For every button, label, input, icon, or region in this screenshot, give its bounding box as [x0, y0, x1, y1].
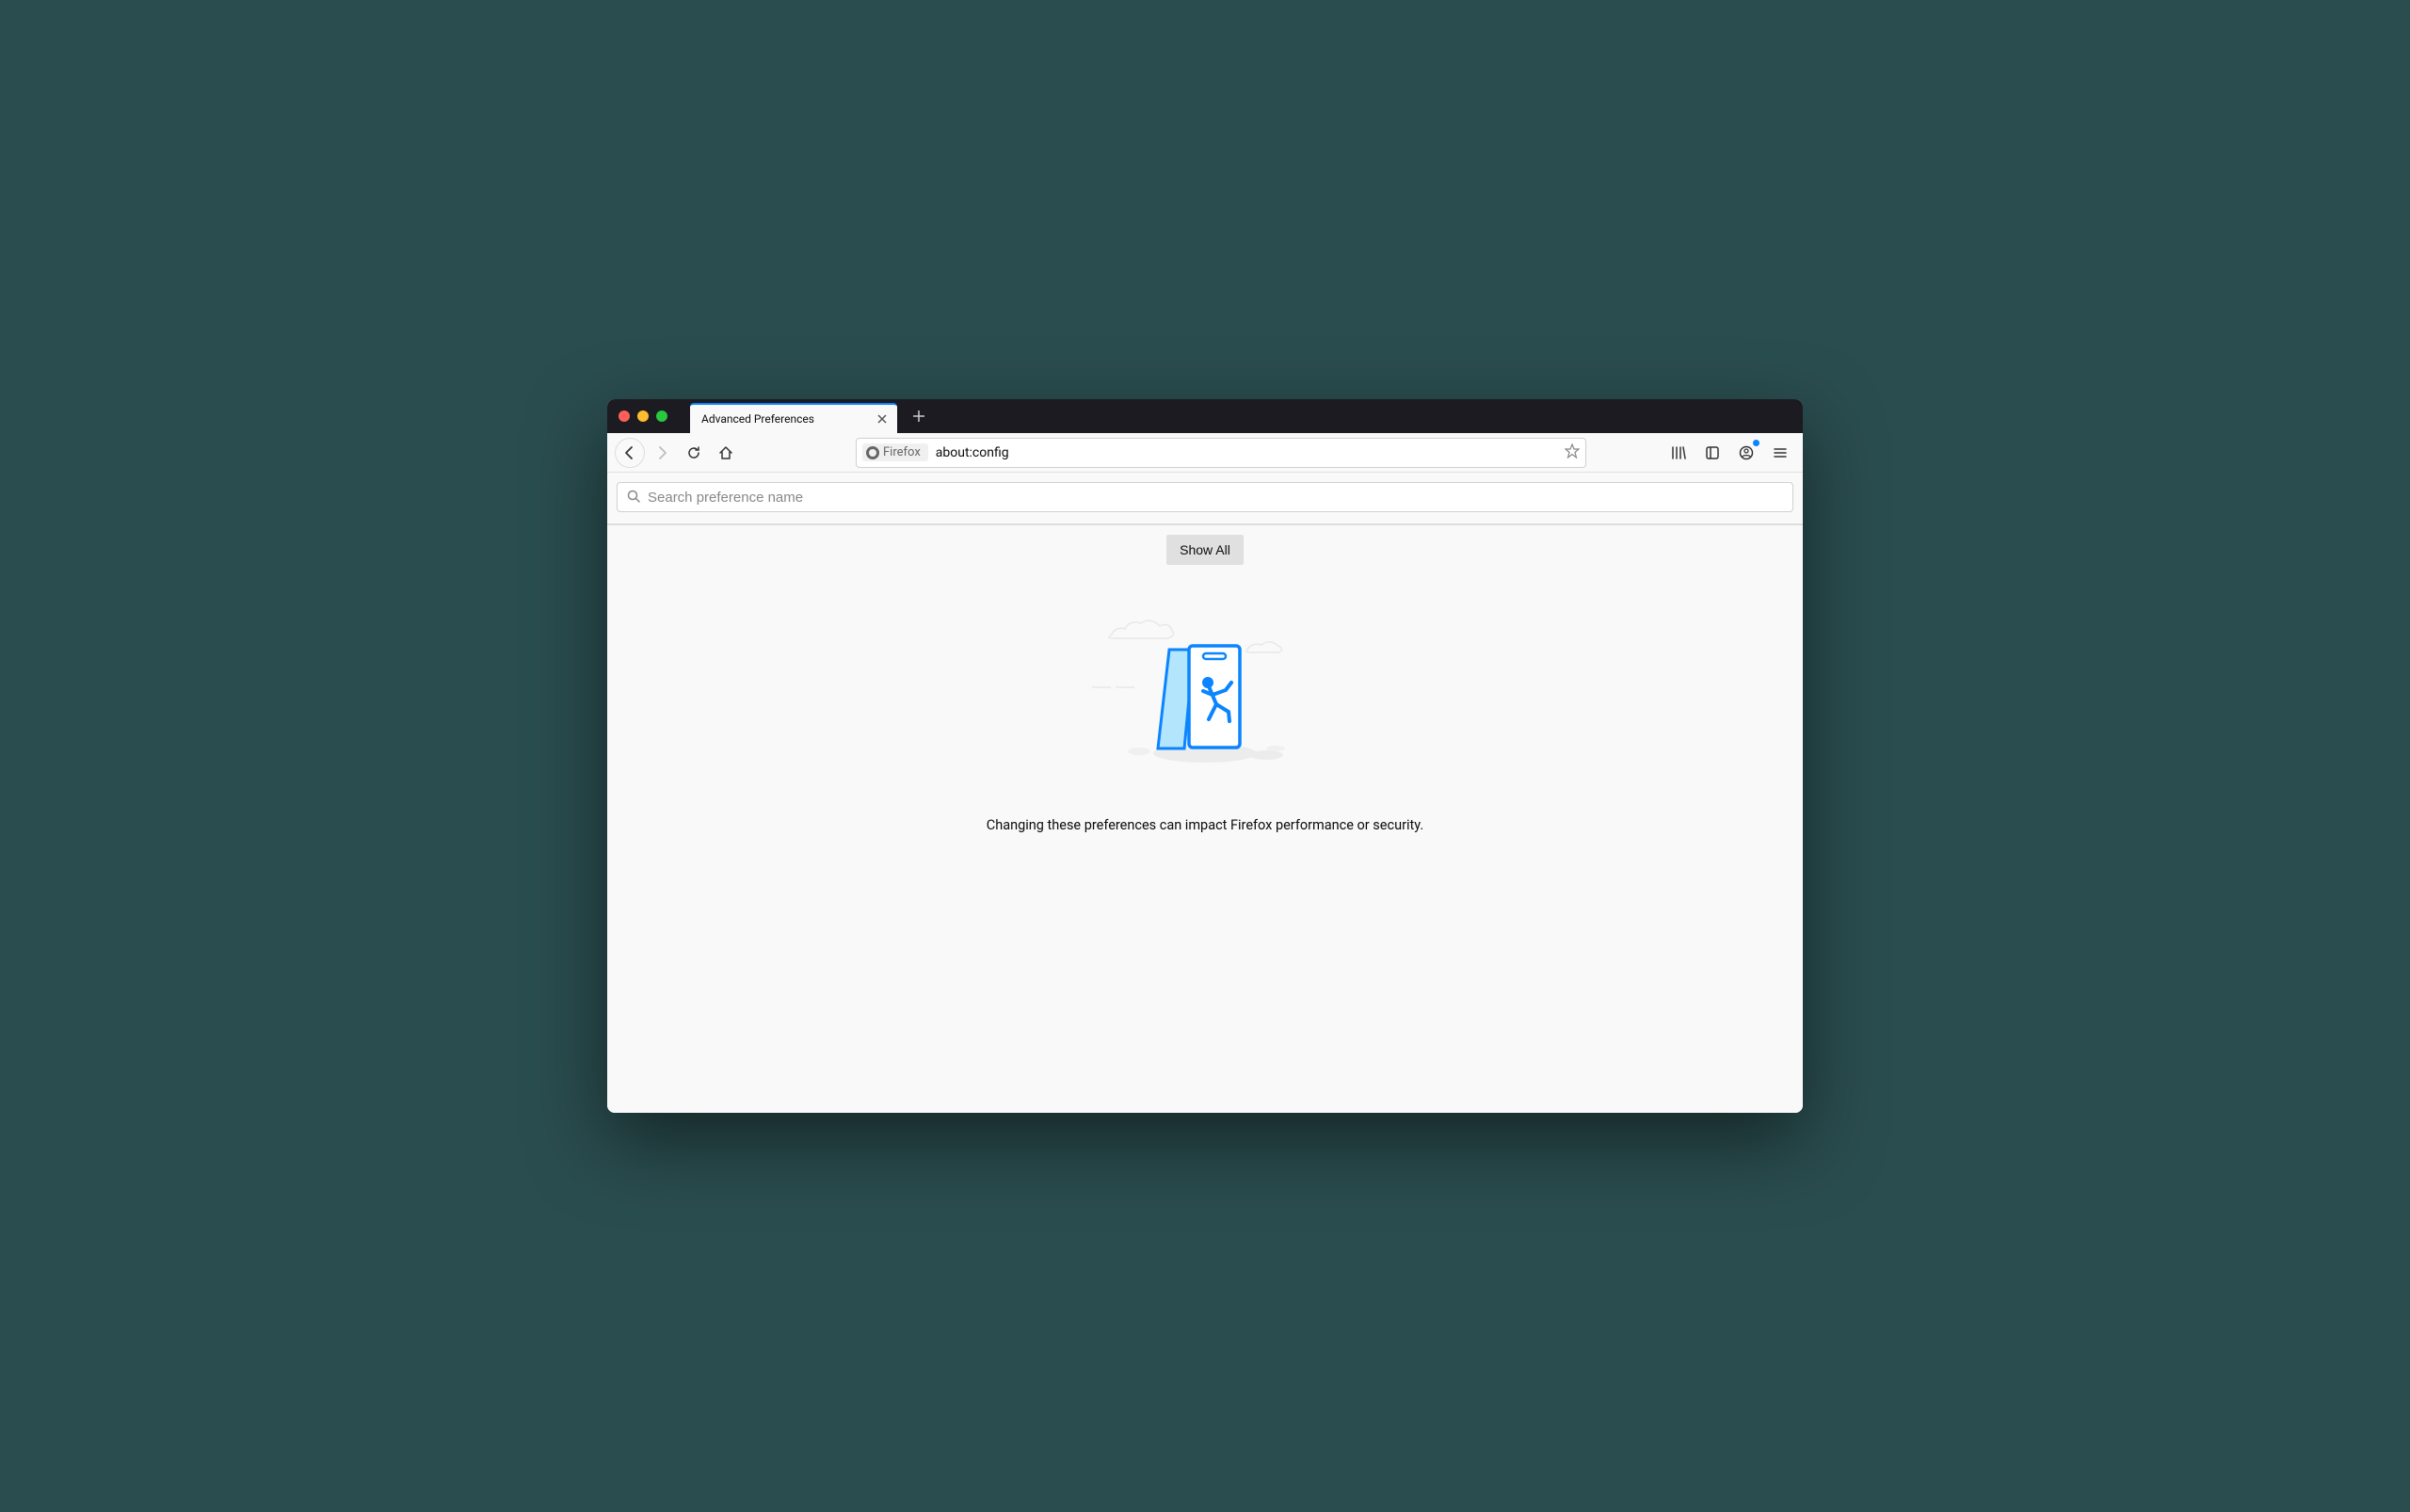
tab-close-button[interactable]: [875, 411, 890, 426]
page-content: Show All: [607, 473, 1803, 1113]
window-controls: [619, 410, 667, 422]
forward-button: [647, 438, 677, 468]
tab-bar: Advanced Preferences: [607, 399, 1803, 433]
tab-title: Advanced Preferences: [701, 412, 814, 426]
main-area: Show All: [617, 525, 1793, 833]
identity-label: Firefox: [883, 445, 921, 459]
window-close-button[interactable]: [619, 410, 630, 422]
caution-illustration: [1083, 593, 1327, 781]
address-bar[interactable]: Firefox about:config: [856, 438, 1586, 468]
url-text[interactable]: about:config: [928, 445, 1565, 460]
site-identity[interactable]: Firefox: [862, 443, 928, 461]
search-input[interactable]: [648, 490, 1783, 506]
window-minimize-button[interactable]: [637, 410, 649, 422]
warning-text: Changing these preferences can impact Fi…: [987, 817, 1423, 833]
reload-button[interactable]: [679, 438, 709, 468]
toolbar-actions: [1663, 438, 1795, 468]
search-icon: [627, 489, 640, 507]
browser-tab[interactable]: Advanced Preferences: [690, 403, 897, 433]
bookmark-star-icon[interactable]: [1565, 443, 1580, 462]
firefox-icon: [866, 446, 879, 459]
show-all-button[interactable]: Show All: [1166, 535, 1244, 565]
preference-search[interactable]: [617, 482, 1793, 512]
account-button[interactable]: [1731, 438, 1761, 468]
app-menu-button[interactable]: [1765, 438, 1795, 468]
navigation-toolbar: Firefox about:config: [607, 433, 1803, 473]
browser-window: Advanced Preferences Firefox about:co: [607, 399, 1803, 1113]
back-button[interactable]: [615, 438, 645, 468]
window-maximize-button[interactable]: [656, 410, 667, 422]
sidebar-button[interactable]: [1697, 438, 1727, 468]
home-button[interactable]: [711, 438, 741, 468]
library-button[interactable]: [1663, 438, 1694, 468]
new-tab-button[interactable]: [905, 402, 933, 430]
